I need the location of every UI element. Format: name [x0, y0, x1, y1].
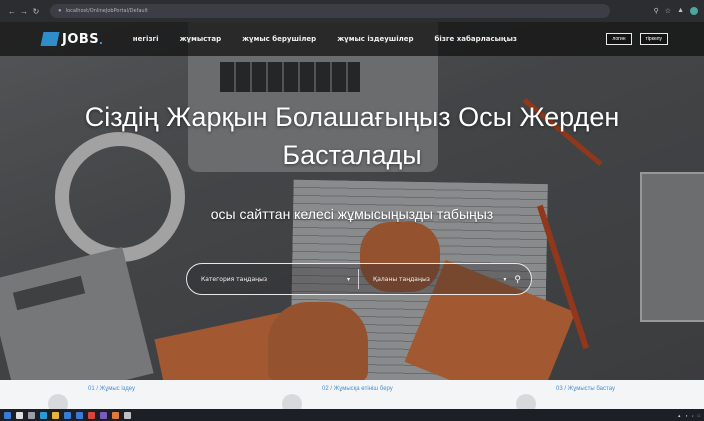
browser-toolbar: ← → ↻ ● localhost/OnlineJobPortal/Defaul… [0, 0, 704, 22]
edge-icon[interactable] [40, 411, 47, 419]
logo-icon [40, 32, 60, 46]
city-select[interactable]: Қаланы таңдаңыз ▾ [359, 269, 514, 289]
menu-item-employers[interactable]: жұмыс берушілер [242, 35, 316, 43]
system-tray: ▲ ◑ ♪ □ [677, 413, 700, 418]
menu-item-contact[interactable]: бізге хабарласыңыз [435, 35, 517, 43]
app-icon[interactable] [124, 411, 131, 419]
app-icon[interactable] [112, 411, 119, 419]
main-menu: негізгі жұмыстар жұмыс берушілер жұмыс і… [133, 35, 517, 43]
chrome-icon[interactable] [88, 411, 95, 419]
network-icon[interactable]: ◑ [685, 413, 687, 418]
url-text: localhost/OnlineJobPortal/Default [65, 8, 148, 14]
star-icon[interactable]: ☆ [665, 7, 671, 15]
logo-text: JOBS [62, 31, 100, 47]
hero-overlay [0, 22, 704, 380]
step-label: 02 / Жұмысқа өтініш беру [322, 386, 393, 392]
step-item: 01 / Жұмыс іздеу [0, 380, 234, 414]
category-select-label: Категория таңдаңыз [201, 275, 268, 283]
search-icon[interactable]: ⚲ [514, 274, 521, 285]
forward-icon[interactable]: → [18, 7, 30, 16]
search-icon[interactable] [16, 411, 23, 419]
notification-icon[interactable]: □ [698, 413, 700, 418]
browser-actions: ⚲ ☆ ▲ [654, 7, 698, 15]
zoom-icon[interactable]: ⚲ [654, 7, 659, 15]
menu-item-jobseekers[interactable]: жұмыс іздеушілер [337, 35, 413, 43]
app-icon[interactable] [100, 411, 107, 419]
mail-icon[interactable] [76, 411, 83, 419]
address-bar[interactable]: ● localhost/OnlineJobPortal/Default [50, 4, 610, 18]
store-icon[interactable] [64, 411, 71, 419]
register-button[interactable]: тіркелу [639, 33, 668, 45]
menu-item-home[interactable]: негізгі [133, 35, 159, 43]
logo-dot: . [99, 31, 103, 47]
explorer-icon[interactable] [52, 411, 59, 419]
step-item: 02 / Жұмысқа өтініш беру [234, 380, 468, 414]
windows-icon[interactable] [4, 411, 11, 419]
auth-buttons: логин тіркелу [606, 33, 668, 45]
steps-section: 01 / Жұмыс іздеу 02 / Жұмысқа өтініш бер… [0, 380, 704, 414]
chevron-down-icon: ▾ [346, 276, 350, 283]
step-item: 03 / Жұмысты бастау [468, 380, 702, 414]
category-select[interactable]: Категория таңдаңыз ▾ [187, 269, 359, 289]
menu-item-jobs[interactable]: жұмыстар [180, 35, 222, 43]
lock-icon: ● [58, 8, 62, 14]
site-logo[interactable]: JOBS. [40, 31, 103, 47]
profile-icon[interactable] [690, 7, 698, 15]
hero-subtitle: осы сайттан келесі жұмысыңызды табыңыз [210, 206, 494, 222]
site-navbar: JOBS. негізгі жұмыстар жұмыс берушілер ж… [0, 22, 704, 56]
tray-chevron-icon[interactable]: ▲ [677, 413, 681, 418]
city-select-label: Қаланы таңдаңыз [373, 275, 430, 283]
hero-title: Сіздің Жарқын Болашағыңыз Осы Жерден Бас… [0, 98, 704, 174]
step-label: 03 / Жұмысты бастау [556, 386, 615, 392]
hero-title-line2: Басталады [282, 140, 422, 170]
chevron-down-icon: ▾ [503, 276, 507, 283]
hero-section: JOBS. негізгі жұмыстар жұмыс берушілер ж… [0, 22, 704, 380]
step-label: 01 / Жұмыс іздеу [88, 386, 136, 392]
volume-icon[interactable]: ♪ [692, 413, 694, 418]
login-button[interactable]: логин [606, 33, 632, 45]
back-icon[interactable]: ← [6, 7, 18, 16]
job-search-form: Категория таңдаңыз ▾ Қаланы таңдаңыз ▾ ⚲ [186, 263, 532, 295]
extensions-icon[interactable]: ▲ [677, 7, 684, 15]
reload-icon[interactable]: ↻ [30, 7, 42, 16]
hero-title-line1: Сіздің Жарқын Болашағыңыз Осы Жерден [84, 102, 620, 132]
os-taskbar: ▲ ◑ ♪ □ [0, 409, 704, 421]
taskview-icon[interactable] [28, 411, 35, 419]
